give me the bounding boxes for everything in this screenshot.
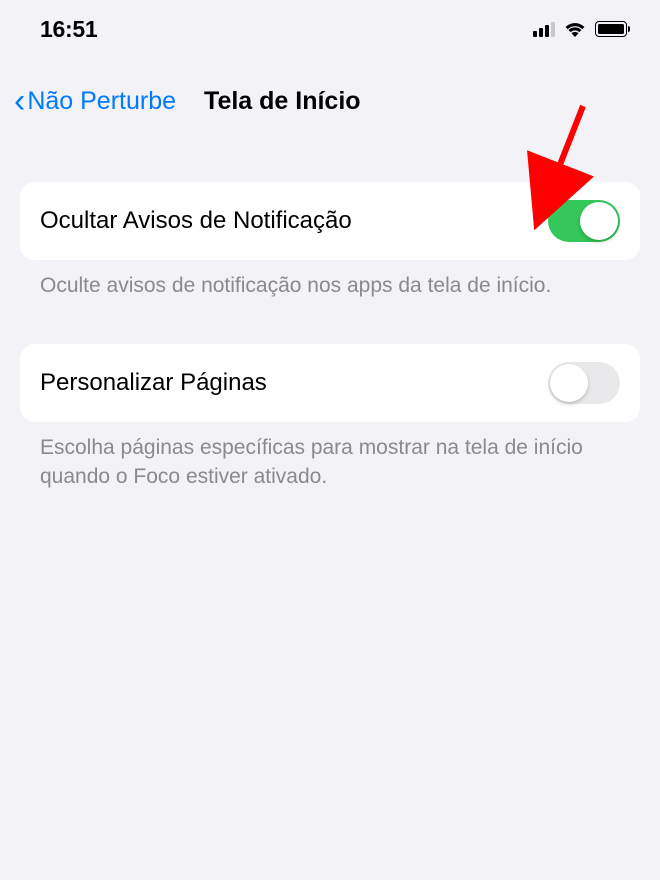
hide-notifications-label: Ocultar Avisos de Notificação xyxy=(40,207,352,235)
status-time: 16:51 xyxy=(40,16,97,43)
battery-icon xyxy=(595,21,630,37)
customize-pages-group: Personalizar Páginas Escolha páginas esp… xyxy=(20,344,640,491)
toggle-knob xyxy=(550,364,588,402)
back-button[interactable]: ‹ Não Perturbe xyxy=(14,84,176,118)
customize-pages-toggle[interactable] xyxy=(548,362,620,404)
cellular-signal-icon xyxy=(533,21,555,37)
hide-notifications-footer: Oculte avisos de notificação nos apps da… xyxy=(20,260,640,300)
wifi-icon xyxy=(563,20,587,38)
hide-notifications-group: Ocultar Avisos de Notificação Oculte avi… xyxy=(20,182,640,300)
status-bar: 16:51 xyxy=(0,0,660,54)
customize-pages-footer: Escolha páginas específicas para mostrar… xyxy=(20,422,640,491)
settings-content: Ocultar Avisos de Notificação Oculte avi… xyxy=(0,142,660,491)
hide-notifications-toggle[interactable] xyxy=(548,200,620,242)
page-title: Tela de Início xyxy=(204,87,361,116)
customize-pages-row[interactable]: Personalizar Páginas xyxy=(20,344,640,422)
chevron-left-icon: ‹ xyxy=(14,84,25,118)
customize-pages-label: Personalizar Páginas xyxy=(40,369,267,397)
status-indicators xyxy=(533,20,630,38)
back-label: Não Perturbe xyxy=(27,87,176,116)
nav-header: ‹ Não Perturbe Tela de Início xyxy=(0,54,660,142)
toggle-knob xyxy=(580,202,618,240)
hide-notifications-row: Ocultar Avisos de Notificação xyxy=(20,182,640,260)
